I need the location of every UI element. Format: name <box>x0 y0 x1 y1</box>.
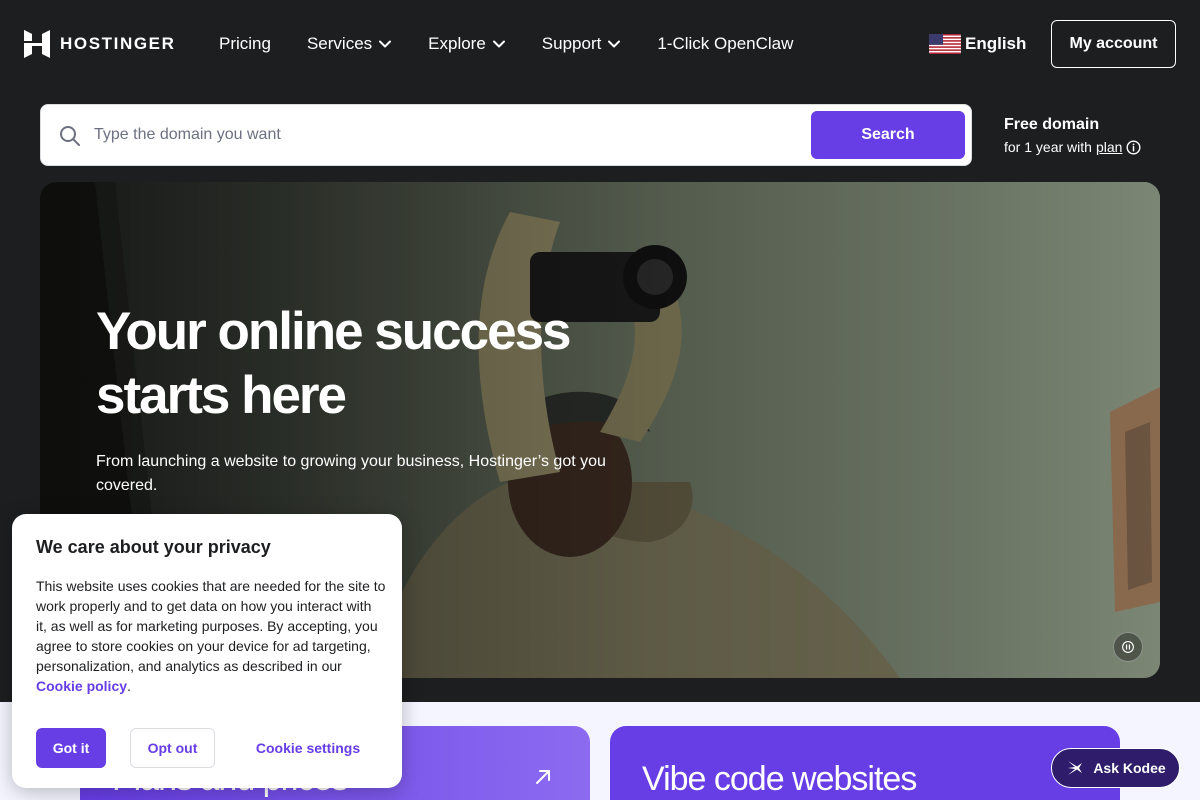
arrow-up-right-icon <box>536 770 550 784</box>
hostinger-logo-icon <box>24 30 50 58</box>
domain-search-bar: Search <box>40 104 972 166</box>
site-header: HOSTINGER Pricing Services Explore Suppo… <box>0 0 1200 88</box>
hero-title-line-2: starts here <box>96 366 347 425</box>
hostinger-logo[interactable]: HOSTINGER <box>24 30 175 58</box>
nav-item-services[interactable]: Services <box>307 34 392 54</box>
my-account-button[interactable]: My account <box>1051 20 1176 68</box>
nav-item-explore[interactable]: Explore <box>428 34 506 54</box>
cookie-body: This website uses cookies that are neede… <box>36 578 386 674</box>
cookie-consent-dialog: We care about your privacy This website … <box>12 514 402 788</box>
language-selector[interactable]: English <box>929 32 1026 56</box>
nav-label: Services <box>306 34 373 53</box>
hero-title: Your online success starts here <box>96 300 656 428</box>
plan-link[interactable]: plan <box>1096 138 1122 156</box>
cookie-link-suffix: . <box>127 678 131 694</box>
accept-cookies-button[interactable]: Got it <box>36 728 106 768</box>
domain-search-input[interactable] <box>94 115 794 155</box>
nav-label: Explore <box>428 34 486 53</box>
card-title: Vibe code websites <box>642 760 917 798</box>
free-domain-subtitle: for 1 year with plan <box>1004 138 1184 156</box>
vibe-code-websites-card[interactable]: Vibe code websites <box>610 726 1120 800</box>
cookie-policy-link[interactable]: Cookie policy <box>36 678 127 694</box>
hero-title-line-1: Your online success <box>96 302 572 361</box>
ask-kodee-button[interactable]: Ask Kodee <box>1051 748 1180 788</box>
nav-item-support[interactable]: Support <box>542 34 622 54</box>
cookie-settings-button[interactable]: Cookie settings <box>241 728 375 768</box>
free-domain-promo: Free domain for 1 year with plan <box>1004 115 1184 156</box>
hero-subtitle: From launching a website to growing your… <box>96 453 606 494</box>
cookie-description: This website uses cookies that are neede… <box>36 576 386 696</box>
search-button[interactable]: Search <box>811 111 965 159</box>
logo-text: HOSTINGER <box>60 34 176 53</box>
nav-item-pricing[interactable]: Pricing <box>219 34 271 54</box>
nav-item-openclaw[interactable]: 1-Click OpenClaw <box>657 34 793 54</box>
sparkle-icon <box>1068 761 1083 775</box>
free-domain-title: Free domain <box>1004 116 1100 133</box>
nav-label: 1-Click OpenClaw <box>657 34 794 53</box>
free-domain-sub-text: for 1 year with <box>1004 139 1092 155</box>
search-icon <box>60 126 80 146</box>
chevron-down-icon <box>608 40 621 48</box>
chevron-down-icon <box>379 40 392 48</box>
cookie-title: We care about your privacy <box>36 537 271 557</box>
info-icon[interactable] <box>1126 139 1141 155</box>
us-flag-icon <box>929 34 961 54</box>
ask-kodee-label: Ask Kodee <box>1093 760 1166 776</box>
chevron-down-icon <box>492 40 505 48</box>
pause-icon <box>1122 641 1134 653</box>
video-pause-button[interactable] <box>1113 632 1143 662</box>
main-nav: Pricing Services Explore Support 1-Click… <box>219 32 793 56</box>
language-label: English <box>965 34 1027 53</box>
nav-label: Support <box>541 34 602 53</box>
opt-out-button[interactable]: Opt out <box>130 728 215 768</box>
nav-label: Pricing <box>219 34 271 53</box>
